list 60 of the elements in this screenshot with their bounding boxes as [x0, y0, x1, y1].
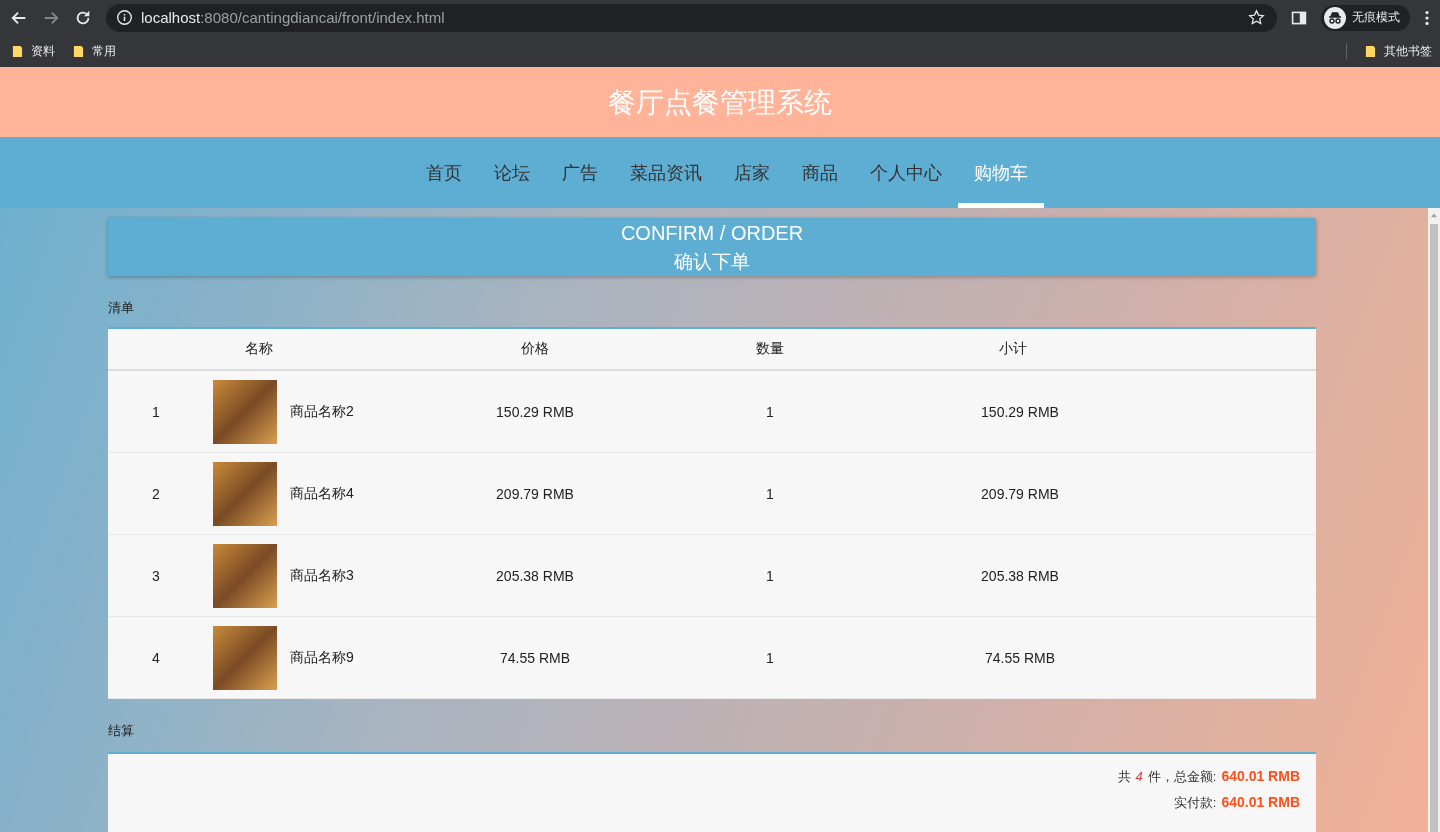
folder-icon	[12, 44, 23, 58]
table-cell: 205.38 RMB	[496, 567, 574, 584]
star-icon[interactable]	[1248, 9, 1265, 26]
section-label: 清单	[108, 299, 134, 317]
column-header: 名称	[244, 340, 274, 358]
table-cell: 74.55 RMB	[984, 649, 1055, 666]
column-header: 价格	[521, 340, 549, 358]
photo-placeholder	[213, 625, 277, 690]
bookmark-item[interactable]: 常用	[73, 42, 116, 60]
folder-icon	[1365, 44, 1376, 58]
table-cell: 1	[766, 649, 774, 666]
nav-tab[interactable]: 商品	[786, 137, 854, 208]
column-header: 小计	[999, 340, 1027, 358]
site-title: 餐厅点餐管理系统	[608, 85, 832, 120]
table-cell: 3	[152, 567, 160, 584]
table-cell: 商品名称3	[290, 566, 354, 585]
column-header: 数量	[756, 340, 784, 358]
photo-placeholder	[213, 379, 277, 444]
photo-placeholder	[213, 543, 277, 608]
menu-icon[interactable]	[1424, 8, 1430, 27]
table-cell: 商品名称2	[290, 402, 354, 421]
summary-text: 件，总金额:	[1147, 768, 1217, 786]
table-cell: 商品名称4	[290, 484, 354, 503]
item-count: 4	[1135, 769, 1143, 784]
scrollbar[interactable]	[1428, 208, 1440, 832]
nav-tab[interactable]: 论坛	[478, 137, 546, 208]
info-icon	[116, 9, 133, 26]
table-cell: 150.29 RMB	[496, 403, 574, 420]
incognito-icon	[1324, 6, 1346, 29]
nav-tab[interactable]: 店家	[718, 137, 786, 208]
table-cell: 209.79 RMB	[981, 485, 1059, 502]
table-cell: 1	[766, 403, 774, 420]
side-panel-icon[interactable]	[1291, 9, 1307, 26]
nav-tab[interactable]: 首页	[410, 137, 478, 208]
total-amount: 640.01 RMB	[1221, 768, 1300, 784]
bookmark-item[interactable]: 其他书签	[1365, 42, 1432, 60]
address-bar[interactable]: localhost:8080/cantingdiancai/front/index.html	[106, 3, 1277, 32]
table-cell: 商品名称9	[290, 648, 354, 667]
table-cell: 74.55 RMB	[499, 649, 570, 666]
banner-title: CONFIRM / ORDER	[620, 221, 804, 245]
nav-tab[interactable]: 个人中心	[854, 137, 958, 208]
table-cell: 2	[152, 485, 160, 502]
table-cell: 205.38 RMB	[981, 567, 1059, 584]
nav-tab[interactable]: 菜品资讯	[614, 137, 718, 208]
folder-icon	[73, 44, 84, 58]
bookmark-item[interactable]: 资料	[12, 42, 55, 60]
summary-text: 共	[1117, 768, 1131, 786]
table-cell: 1	[766, 485, 774, 502]
table-cell: 150.29 RMB	[981, 403, 1059, 420]
banner-subtitle: 确认下单	[674, 249, 750, 274]
incognito-button[interactable]: 无痕模式	[1321, 4, 1410, 31]
table-cell: 1	[152, 403, 160, 420]
summary-text: 实付款:	[1173, 794, 1217, 812]
paid-amount: 640.01 RMB	[1221, 794, 1300, 810]
table-cell: 4	[152, 649, 160, 666]
table-cell: 209.79 RMB	[496, 485, 574, 502]
table-cell: 1	[766, 567, 774, 584]
nav-tab[interactable]: 广告	[546, 137, 614, 208]
photo-placeholder	[213, 461, 277, 526]
section-label: 结算	[108, 722, 134, 740]
